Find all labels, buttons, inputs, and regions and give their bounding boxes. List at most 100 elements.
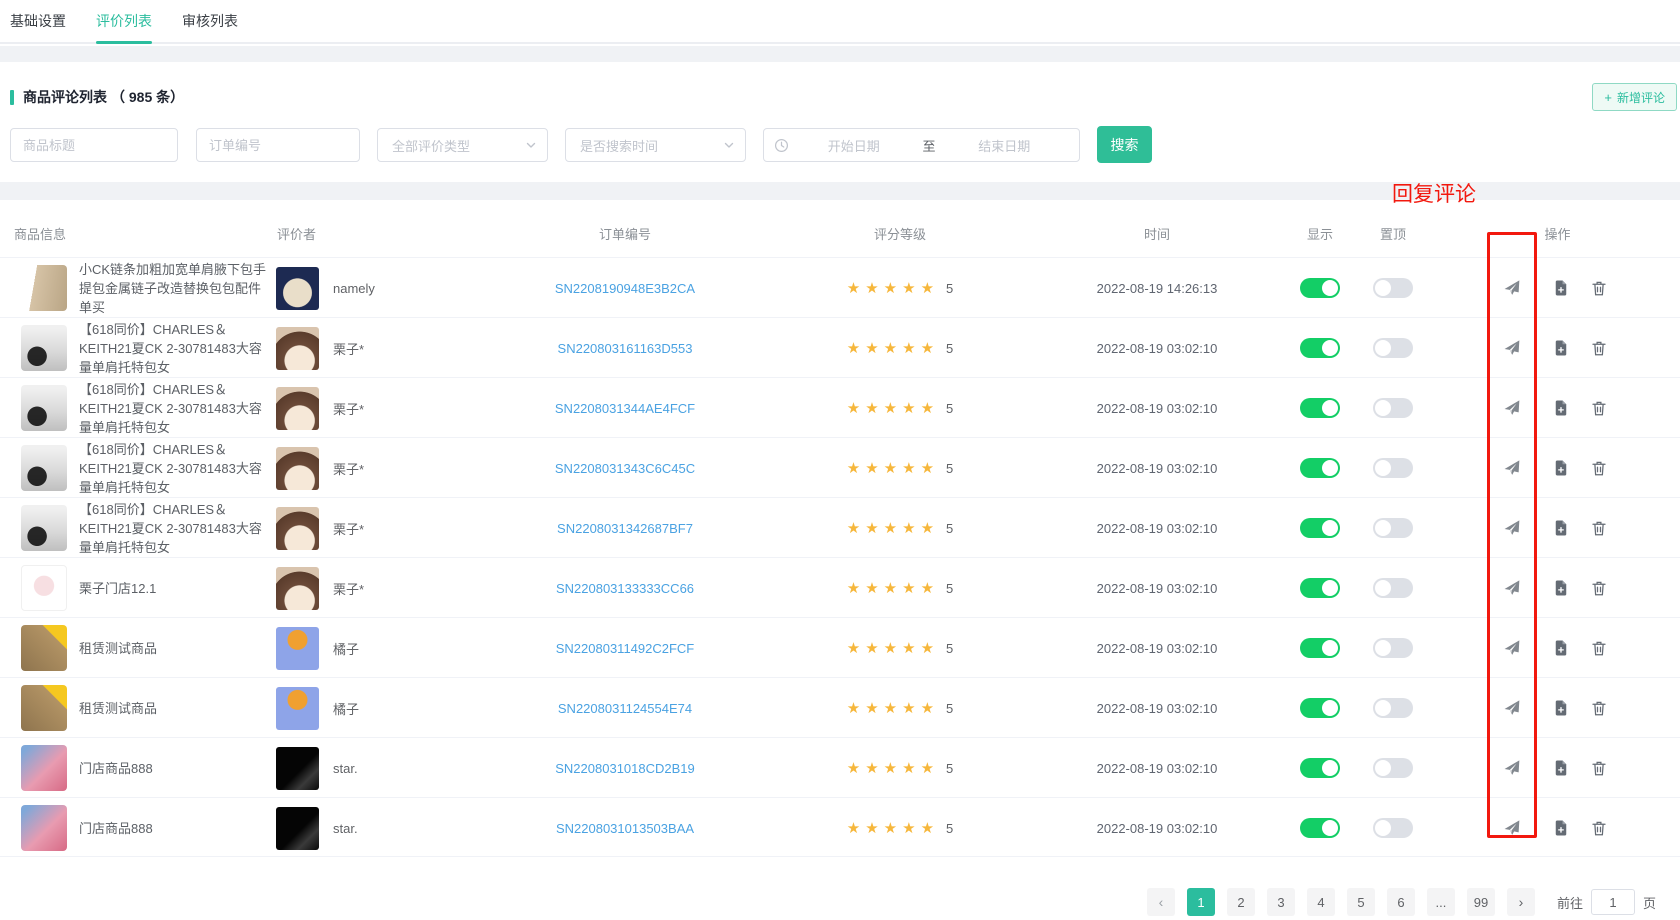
header-rating: 评分等级	[800, 200, 1000, 257]
top-toggle[interactable]	[1373, 698, 1413, 718]
start-date-placeholder[interactable]: 开始日期	[789, 136, 919, 155]
star-icon: ★	[865, 579, 878, 597]
trash-icon	[1590, 519, 1608, 537]
order-no-link[interactable]: SN2208031344AE4FCF	[555, 401, 695, 416]
product-title: 【618同价】CHARLES＆KEITH21夏CK 2-30781483大容量单…	[79, 440, 269, 497]
reply-send-button[interactable]	[1503, 699, 1522, 718]
detail-button[interactable]	[1552, 279, 1570, 297]
star-icon: ★	[884, 699, 897, 717]
show-toggle[interactable]	[1300, 278, 1340, 298]
delete-button[interactable]	[1590, 699, 1608, 717]
show-toggle[interactable]	[1300, 698, 1340, 718]
delete-button[interactable]	[1590, 579, 1608, 597]
reply-send-button[interactable]	[1503, 759, 1522, 778]
order-no-link[interactable]: SN2208031013503BAA	[556, 821, 694, 836]
top-toggle[interactable]	[1373, 338, 1413, 358]
review-count: （ 985 条）	[111, 87, 184, 107]
top-toggle[interactable]	[1373, 278, 1413, 298]
order-no-link[interactable]: SN2208031343C6C45C	[555, 461, 695, 476]
order-no-link[interactable]: SN220803133333CC66	[556, 581, 694, 596]
detail-button[interactable]	[1552, 639, 1570, 657]
prev-page-button[interactable]: ‹	[1147, 888, 1175, 916]
show-toggle[interactable]	[1300, 338, 1340, 358]
review-type-select[interactable]: 全部评价类型	[377, 128, 548, 162]
tab-review-list[interactable]: 评价列表	[96, 0, 152, 42]
next-page-button[interactable]: ›	[1507, 888, 1535, 916]
page-button[interactable]: 6	[1387, 888, 1415, 916]
page-button[interactable]: 99	[1467, 888, 1495, 916]
end-date-placeholder[interactable]: 结束日期	[940, 136, 1070, 155]
show-toggle[interactable]	[1300, 758, 1340, 778]
delete-button[interactable]	[1590, 639, 1608, 657]
page-button[interactable]: 2	[1227, 888, 1255, 916]
detail-button[interactable]	[1552, 579, 1570, 597]
delete-button[interactable]	[1590, 819, 1608, 837]
show-toggle[interactable]	[1300, 638, 1340, 658]
tab-audit-list[interactable]: 审核列表	[182, 0, 238, 42]
star-icon: ★	[865, 699, 878, 717]
file-plus-icon	[1552, 759, 1570, 777]
star-icon: ★	[921, 459, 934, 477]
show-toggle[interactable]	[1300, 818, 1340, 838]
show-toggle[interactable]	[1300, 518, 1340, 538]
add-review-button[interactable]: + 新增评论	[1592, 83, 1677, 111]
detail-button[interactable]	[1552, 699, 1570, 717]
title-accent-bar	[10, 90, 14, 105]
page-button[interactable]: 1	[1187, 888, 1215, 916]
detail-button[interactable]	[1552, 399, 1570, 417]
tab-basic-settings[interactable]: 基础设置	[10, 0, 66, 42]
date-range-picker[interactable]: 开始日期 至 结束日期	[763, 128, 1080, 162]
page-button[interactable]: 4	[1307, 888, 1335, 916]
top-toggle[interactable]	[1373, 458, 1413, 478]
reply-send-button[interactable]	[1503, 639, 1522, 658]
page-button[interactable]: 3	[1267, 888, 1295, 916]
delete-button[interactable]	[1590, 279, 1608, 297]
delete-button[interactable]	[1590, 519, 1608, 537]
actions-cell	[1540, 498, 1620, 558]
delete-button[interactable]	[1590, 759, 1608, 777]
top-toggle[interactable]	[1373, 758, 1413, 778]
time-search-select[interactable]: 是否搜索时间	[565, 128, 746, 162]
delete-button[interactable]	[1590, 399, 1608, 417]
page-button[interactable]: 5	[1347, 888, 1375, 916]
actions-cell	[1540, 678, 1620, 738]
order-no-link[interactable]: SN220803161163D553	[558, 341, 693, 356]
order-no-link[interactable]: SN2208031124554E74	[558, 701, 692, 716]
page-button[interactable]: ...	[1427, 888, 1455, 916]
goto-page-input[interactable]	[1591, 889, 1635, 915]
top-toggle[interactable]	[1373, 578, 1413, 598]
reply-send-button[interactable]	[1503, 459, 1522, 478]
detail-button[interactable]	[1552, 759, 1570, 777]
detail-button[interactable]	[1552, 519, 1570, 537]
reply-send-button[interactable]	[1503, 819, 1522, 838]
show-toggle[interactable]	[1300, 458, 1340, 478]
product-title-input[interactable]	[10, 128, 178, 162]
reply-send-button[interactable]	[1503, 279, 1522, 298]
review-table: 商品信息 评价者 订单编号 评分等级 时间 显示 置顶 操作 小CK链条加粗加宽…	[0, 200, 1680, 920]
delete-button[interactable]	[1590, 339, 1608, 357]
search-button[interactable]: 搜索	[1097, 126, 1152, 163]
top-toggle[interactable]	[1373, 638, 1413, 658]
reply-send-button[interactable]	[1503, 519, 1522, 538]
star-icon: ★	[884, 459, 897, 477]
reply-send-button[interactable]	[1503, 399, 1522, 418]
top-toggle[interactable]	[1373, 398, 1413, 418]
show-toggle[interactable]	[1300, 578, 1340, 598]
order-no-link[interactable]: SN2208031342687BF7	[557, 521, 693, 536]
rating-cell: ★★★★★ 5	[800, 798, 1000, 858]
order-no-link[interactable]: SN22080311492C2FCF	[556, 641, 695, 656]
detail-button[interactable]	[1552, 339, 1570, 357]
top-toggle[interactable]	[1373, 518, 1413, 538]
order-no-input[interactable]	[196, 128, 360, 162]
show-toggle[interactable]	[1300, 398, 1340, 418]
product-cell: 小CK链条加粗加宽单肩腋下包手提包金属链子改造替换包包配件单买	[21, 258, 271, 318]
star-rating: ★★★★★	[847, 699, 939, 717]
detail-button[interactable]	[1552, 459, 1570, 477]
top-toggle[interactable]	[1373, 818, 1413, 838]
detail-button[interactable]	[1552, 819, 1570, 837]
reply-send-button[interactable]	[1503, 339, 1522, 358]
order-no-link[interactable]: SN2208190948E3B2CA	[555, 281, 695, 296]
order-no-link[interactable]: SN2208031018CD2B19	[555, 761, 695, 776]
reply-send-button[interactable]	[1503, 579, 1522, 598]
delete-button[interactable]	[1590, 459, 1608, 477]
